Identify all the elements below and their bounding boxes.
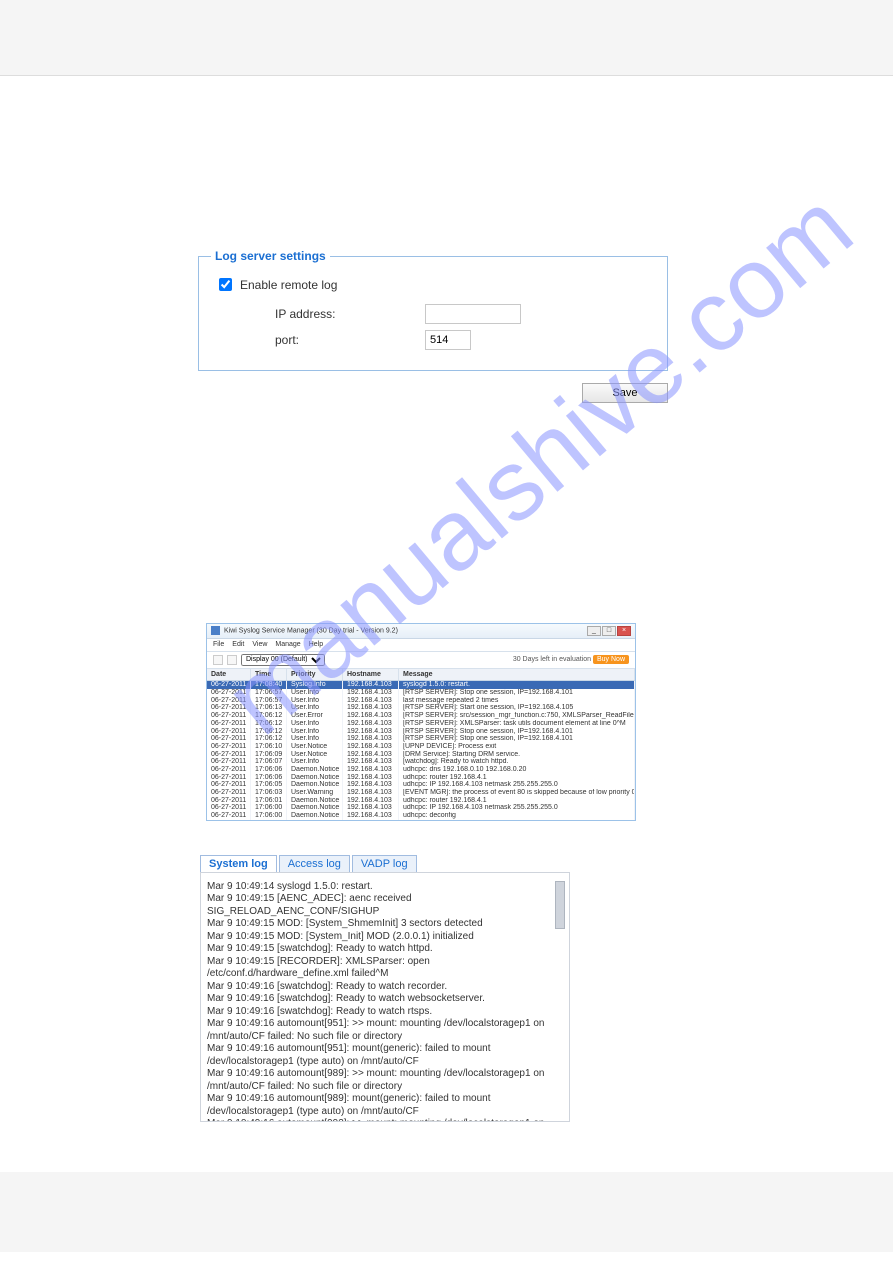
port-input[interactable] [425,330,471,350]
log-line: Mar 9 10:49:15 [swatchdog]: Ready to wat… [207,943,563,956]
syslog-row[interactable]: 06-27-201117:06:05Daemon.Notice192.168.4… [207,781,635,789]
display-selector[interactable]: Display 00 (Default) [241,654,325,666]
log-line: Mar 9 10:49:16 [swatchdog]: Ready to wat… [207,981,563,994]
log-line: Mar 9 10:49:16 automount[951]: >> mount:… [207,1018,563,1043]
log-line: Mar 9 10:49:16 automount[951]: mount(gen… [207,1043,563,1068]
syslog-rows-container: 06-27-201117:08:40Syslog.Info192.168.4.1… [207,681,635,819]
log-line: Mar 9 10:49:15 MOD: [System_ShmemInit] 3… [207,918,563,931]
log-line: Mar 9 10:49:16 automount[992]: >> mount:… [207,1118,563,1122]
syslog-row[interactable]: 06-27-201117:06:03User.Warning192.168.4.… [207,789,635,797]
syslog-row[interactable]: 06-27-201117:08:40Syslog.Info192.168.4.1… [207,681,635,689]
syslog-row[interactable]: 06-27-201117:06:00Daemon.Notice192.168.4… [207,812,635,820]
log-line: Mar 9 10:49:16 automount[989]: >> mount:… [207,1068,563,1093]
page-header-bar [0,0,893,76]
syslog-row[interactable]: 06-27-201117:06:12User.Info192.168.4.103… [207,720,635,728]
syslog-row[interactable]: 06-27-201117:06:10User.Notice192.168.4.1… [207,743,635,751]
col-message[interactable]: Message [399,669,635,681]
syslog-row[interactable]: 06-27-201117:06:01Daemon.Notice192.168.4… [207,797,635,805]
log-line: Mar 9 10:49:16 [swatchdog]: Ready to wat… [207,993,563,1006]
col-priority[interactable]: Priority [287,669,343,681]
syslog-row[interactable]: 06-27-201117:06:12User.Info192.168.4.103… [207,735,635,743]
tab-system-log[interactable]: System log [200,855,277,872]
col-time[interactable]: Time [251,669,287,681]
toolbar-icon[interactable] [227,655,237,665]
menu-view[interactable]: View [252,641,267,649]
syslog-row[interactable]: 06-27-201117:06:57User.Info192.168.4.103… [207,689,635,697]
log-line: Mar 9 10:49:14 syslogd 1.5.0: restart. [207,881,563,894]
log-line: Mar 9 10:49:15 [RECORDER]: XMLSParser: o… [207,956,563,981]
menu-file[interactable]: File [213,641,224,649]
system-log-pane: Mar 9 10:49:14 syslogd 1.5.0: restart.Ma… [200,872,570,1122]
app-icon [211,626,220,635]
syslog-row[interactable]: 06-27-201117:06:07User.Info192.168.4.103… [207,758,635,766]
window-maximize-icon[interactable]: □ [602,626,616,636]
col-date[interactable]: Date [207,669,251,681]
tab-vadp-log[interactable]: VADP log [352,855,417,872]
kiwi-menu-bar: File Edit View Manage Help [207,639,635,652]
ip-address-label: IP address: [275,307,425,321]
syslog-row[interactable]: 06-27-201117:06:12User.Error192.168.4.10… [207,712,635,720]
port-label: port: [275,333,425,347]
tab-access-log[interactable]: Access log [279,855,350,872]
fieldset-legend: Log server settings [211,249,330,263]
syslog-row[interactable]: 06-27-201117:06:06Daemon.Notice192.168.4… [207,766,635,774]
save-button[interactable]: Save [582,383,668,403]
kiwi-title-text: Kiwi Syslog Service Manager (30 Day tria… [211,626,398,635]
enable-remote-log-label: Enable remote log [240,278,337,292]
evaluation-text: 30 Days left in evaluation [513,656,591,663]
window-close-icon[interactable]: × [617,626,631,636]
ip-address-input[interactable] [425,304,521,324]
page-footer-bar [0,1172,893,1252]
log-server-settings-fieldset: Log server settings Enable remote log IP… [198,256,668,371]
syslog-row[interactable]: 06-27-201117:06:09User.Notice192.168.4.1… [207,751,635,759]
log-tabs-bar: System log Access log VADP log [200,855,570,872]
scrollbar-thumb[interactable] [555,881,565,929]
enable-remote-log-checkbox[interactable] [219,278,232,291]
kiwi-syslog-window: Kiwi Syslog Service Manager (30 Day tria… [206,623,636,821]
toolbar-icon[interactable] [213,655,223,665]
window-minimize-icon[interactable]: _ [587,626,601,636]
log-line: Mar 9 10:49:15 [AENC_ADEC]: aenc receive… [207,893,563,918]
log-line: Mar 9 10:49:16 [swatchdog]: Ready to wat… [207,1006,563,1019]
syslog-row[interactable]: 06-27-201117:06:57User.Info192.168.4.103… [207,697,635,705]
menu-help[interactable]: Help [309,641,323,649]
syslog-row[interactable]: 06-27-201117:06:00Daemon.Notice192.168.4… [207,804,635,812]
menu-edit[interactable]: Edit [232,641,244,649]
log-line: Mar 9 10:49:16 automount[989]: mount(gen… [207,1093,563,1118]
buy-now-button[interactable]: Buy Now [593,655,629,664]
syslog-columns-header: Date Time Priority Hostname Message [207,669,635,682]
col-hostname[interactable]: Hostname [343,669,399,681]
syslog-row[interactable]: 06-27-201117:06:06Daemon.Notice192.168.4… [207,774,635,782]
log-line: Mar 9 10:49:15 MOD: [System_Init] MOD (2… [207,931,563,944]
syslog-row[interactable]: 06-27-201117:06:12User.Info192.168.4.103… [207,728,635,736]
syslog-row[interactable]: 06-27-201117:06:13User.Info192.168.4.103… [207,704,635,712]
menu-manage[interactable]: Manage [275,641,300,649]
